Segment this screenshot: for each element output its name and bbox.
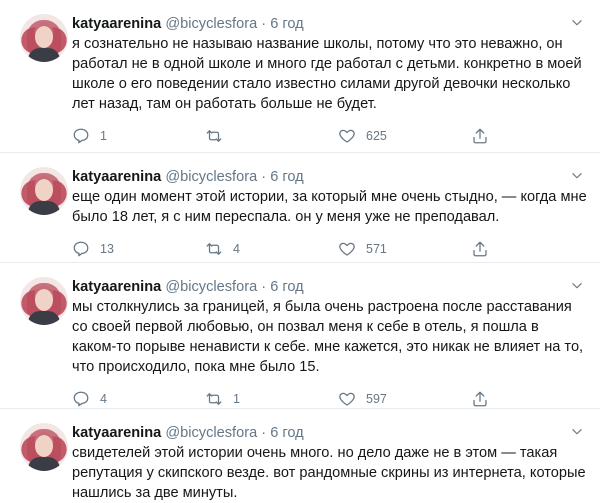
like-button[interactable]: 625 [338,127,471,145]
avatar[interactable] [20,167,68,215]
reply-icon [73,391,89,407]
share-icon [473,128,487,144]
share-button[interactable] [471,127,489,145]
tweet-text: мы столкнулись за границей, я была очень… [72,299,584,375]
tweet-text: я сознательно не называю название школы,… [72,36,582,112]
like-button[interactable]: 597 [338,390,471,408]
timestamp[interactable]: 6 год [270,16,303,32]
chevron-down-icon[interactable] [570,425,584,439]
heart-icon [339,392,355,406]
heart-icon [339,129,355,143]
like-count: 625 [366,129,387,143]
tweet[interactable]: katyaarenina @bicyclesfora · 6 год мы ст… [0,263,600,409]
display-name[interactable]: katyaarenina [72,169,161,185]
tweet-actions: 13 4 571 [72,231,584,267]
retweet-count: 1 [233,392,240,406]
like-count: 597 [366,392,387,406]
user-handle[interactable]: @bicyclesfora [165,279,257,295]
timestamp[interactable]: 6 год [270,169,303,185]
retweet-button[interactable]: 4 [205,240,338,258]
tweet-header: katyaarenina @bicyclesfora · 6 год [72,423,584,443]
share-button[interactable] [471,240,489,258]
separator: · [261,279,267,295]
like-count: 571 [366,242,387,256]
separator: · [261,425,267,441]
avatar[interactable] [20,14,68,62]
reply-icon [73,241,89,257]
reply-button[interactable]: 1 [72,127,205,145]
tweet[interactable]: katyaarenina @bicyclesfora · 6 год свиде… [0,409,600,503]
chevron-down-icon[interactable] [570,169,584,183]
retweet-icon [206,243,222,255]
share-button[interactable] [471,390,489,408]
tweet-header: katyaarenina @bicyclesfora · 6 год [72,277,584,297]
tweet[interactable]: katyaarenina @bicyclesfora · 6 год я соз… [0,0,600,153]
tweet-header: katyaarenina @bicyclesfora · 6 год [72,167,584,187]
tweet[interactable]: katyaarenina @bicyclesfora · 6 год еще о… [0,153,600,263]
share-icon [473,241,487,257]
retweet-icon [206,130,222,142]
heart-icon [339,242,355,256]
retweet-icon [206,393,222,405]
separator: · [261,169,267,185]
tweet-header: katyaarenina @bicyclesfora · 6 год [72,14,584,34]
reply-icon [73,128,89,144]
reply-button[interactable]: 4 [72,390,205,408]
reply-count: 13 [100,242,114,256]
chevron-down-icon[interactable] [570,279,584,293]
tweet-actions: 1 625 [72,118,584,154]
like-button[interactable]: 571 [338,240,471,258]
reply-button[interactable]: 13 [72,240,205,258]
avatar[interactable] [20,277,68,325]
retweet-button[interactable] [205,127,338,145]
timestamp[interactable]: 6 год [270,279,303,295]
reply-count: 1 [100,129,107,143]
timestamp[interactable]: 6 год [270,425,303,441]
separator: · [261,16,267,32]
share-icon [473,391,487,407]
user-handle[interactable]: @bicyclesfora [165,16,257,32]
user-handle[interactable]: @bicyclesfora [165,425,257,441]
tweet-text: свидетелей этой истории очень много. но … [72,445,586,501]
display-name[interactable]: katyaarenina [72,16,161,32]
retweet-button[interactable]: 1 [205,390,338,408]
display-name[interactable]: katyaarenina [72,279,161,295]
user-handle[interactable]: @bicyclesfora [165,169,257,185]
avatar[interactable] [20,423,68,471]
reply-count: 4 [100,392,107,406]
retweet-count: 4 [233,242,240,256]
chevron-down-icon[interactable] [570,16,584,30]
tweet-text: еще один момент этой истории, за который… [72,189,587,225]
display-name[interactable]: katyaarenina [72,425,161,441]
